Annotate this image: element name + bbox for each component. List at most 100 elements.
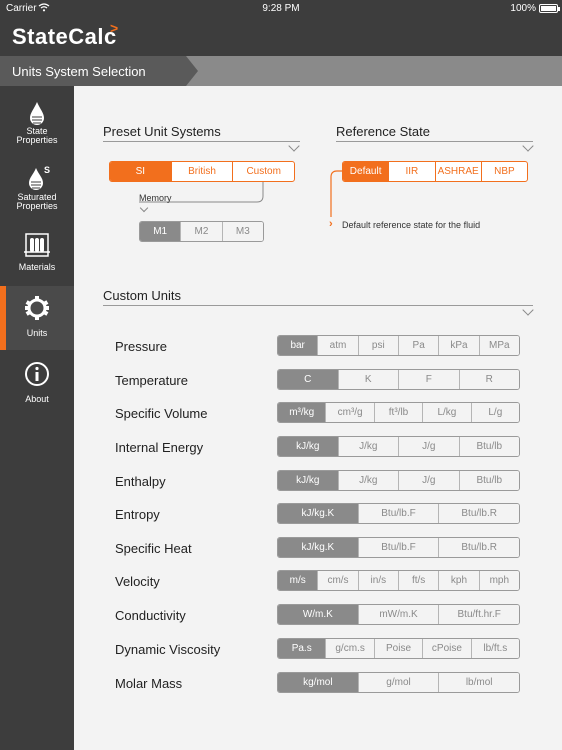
unit-option[interactable]: J/kg (337, 471, 398, 490)
unit-label-velocity: Velocity (115, 574, 160, 589)
memory-option-m3[interactable]: M3 (221, 222, 263, 241)
unit-option[interactable]: Btu/lb.R (438, 504, 519, 523)
enthalpy-unit-selector[interactable]: kJ/kg J/kg J/g Btu/lb (277, 470, 520, 491)
reference-option-ashrae[interactable]: ASHRAE (434, 162, 481, 181)
unit-option[interactable]: g/mol (357, 673, 439, 692)
preset-option-custom[interactable]: Custom (232, 162, 294, 181)
sidebar-item-materials[interactable]: Materials (0, 226, 74, 290)
unit-option[interactable]: Btu/lb.R (438, 538, 519, 557)
sidebar-item-saturated-properties[interactable]: S Saturated Properties (0, 162, 74, 226)
velocity-unit-selector[interactable]: m/s cm/s in/s ft/s kph mph (277, 570, 520, 591)
internal-energy-unit-selector[interactable]: kJ/kg J/kg J/g Btu/lb (277, 436, 520, 457)
unit-label-dynamic-viscosity: Dynamic Viscosity (115, 642, 221, 657)
clock: 9:28 PM (262, 3, 300, 14)
preset-option-british[interactable]: British (170, 162, 233, 181)
unit-option[interactable]: ft³/lb (373, 403, 423, 422)
dynamic-viscosity-unit-selector[interactable]: Pa.s g/cm.s Poise cPoise lb/ft.s (277, 638, 520, 659)
unit-option[interactable]: g/cm.s (325, 639, 374, 658)
unit-option[interactable]: bar (278, 336, 318, 355)
unit-option[interactable]: kJ/kg.K (278, 538, 358, 557)
reference-option-default[interactable]: Default (343, 162, 389, 181)
unit-option[interactable]: Pa (397, 336, 439, 355)
section-divider (103, 305, 533, 306)
unit-label-pressure: Pressure (115, 339, 168, 354)
unit-label-enthalpy: Enthalpy (115, 474, 166, 489)
chevron-down-icon[interactable] (288, 140, 300, 152)
sidebar-item-label: Properties (16, 201, 58, 211)
unit-option[interactable]: kg/mol (278, 673, 358, 692)
unit-option[interactable]: F (398, 370, 459, 389)
unit-option[interactable]: J/kg (337, 437, 398, 456)
unit-option[interactable]: kJ/kg (278, 471, 338, 490)
custom-section-title: Custom Units (103, 288, 182, 303)
chevron-down-icon[interactable] (522, 140, 534, 152)
unit-option[interactable]: cm/s (317, 571, 358, 590)
unit-option[interactable]: m³/kg (278, 403, 326, 422)
unit-option[interactable]: W/m.K (278, 605, 358, 624)
unit-option[interactable]: lb/ft.s (470, 639, 519, 658)
unit-label-entropy: Entropy (115, 507, 160, 522)
title-bar: Units System Selection (0, 56, 562, 86)
sidebar-item-label: Units (26, 328, 48, 338)
unit-option[interactable]: psi (357, 336, 398, 355)
unit-option[interactable]: ft/s (397, 571, 439, 590)
drop-icon (22, 100, 52, 128)
unit-option[interactable]: K (337, 370, 398, 389)
reference-option-iir[interactable]: IIR (388, 162, 434, 181)
chevron-down-icon[interactable] (522, 304, 534, 316)
sidebar-item-label: Properties (16, 135, 58, 145)
memory-option-m1[interactable]: M1 (140, 222, 181, 241)
unit-option[interactable]: lb/mol (438, 673, 519, 692)
unit-option[interactable]: Pa.s (278, 639, 326, 658)
unit-option[interactable]: mW/m.K (357, 605, 439, 624)
preset-option-si[interactable]: SI (110, 162, 171, 181)
unit-option[interactable]: Poise (373, 639, 423, 658)
reference-note: Default reference state for the fluid (342, 220, 481, 230)
unit-option[interactable]: mph (478, 571, 519, 590)
sidebar-item-about[interactable]: About (0, 352, 74, 416)
breadcrumb: Units System Selection (0, 56, 186, 86)
unit-option[interactable]: L/g (470, 403, 519, 422)
unit-label-specific-volume: Specific Volume (115, 406, 208, 421)
unit-option[interactable]: atm (317, 336, 358, 355)
reference-state-selector[interactable]: Default IIR ASHRAE NBP (342, 161, 528, 182)
sidebar-item-state-properties[interactable]: State Properties (0, 96, 74, 160)
unit-option[interactable]: R (458, 370, 519, 389)
molar-mass-unit-selector[interactable]: kg/mol g/mol lb/mol (277, 672, 520, 693)
unit-option[interactable]: MPa (478, 336, 519, 355)
unit-option[interactable]: J/g (398, 437, 459, 456)
memory-label: Memory (139, 193, 172, 203)
temperature-unit-selector[interactable]: C K F R (277, 369, 520, 390)
sidebar-item-label: Materials (18, 262, 56, 272)
memory-option-m2[interactable]: M2 (180, 222, 222, 241)
unit-option[interactable]: cPoise (422, 639, 471, 658)
specific-volume-unit-selector[interactable]: m³/kg cm³/g ft³/lb L/kg L/g (277, 402, 520, 423)
sidebar-item-label: About (25, 394, 49, 404)
unit-option[interactable]: in/s (357, 571, 398, 590)
unit-option[interactable]: m/s (278, 571, 318, 590)
unit-option[interactable]: cm³/g (325, 403, 374, 422)
unit-option[interactable]: Btu/ft.hr.F (438, 605, 519, 624)
unit-option[interactable]: kJ/kg.K (278, 504, 358, 523)
preset-unit-system-selector[interactable]: SI British Custom (109, 161, 295, 182)
unit-option[interactable]: Btu/lb.F (357, 538, 439, 557)
entropy-unit-selector[interactable]: kJ/kg.K Btu/lb.F Btu/lb.R (277, 503, 520, 524)
unit-option[interactable]: C (278, 370, 338, 389)
gear-icon (22, 294, 52, 322)
unit-option[interactable]: Btu/lb (458, 471, 519, 490)
unit-option[interactable]: kJ/kg (278, 437, 338, 456)
reference-option-nbp[interactable]: NBP (480, 162, 527, 181)
breadcrumb-arrow (186, 56, 198, 86)
conductivity-unit-selector[interactable]: W/m.K mW/m.K Btu/ft.hr.F (277, 604, 520, 625)
app-logo: StateCalc (12, 24, 117, 49)
pressure-unit-selector[interactable]: bar atm psi Pa kPa MPa (277, 335, 520, 356)
unit-option[interactable]: kph (438, 571, 479, 590)
unit-option[interactable]: Btu/lb.F (357, 504, 439, 523)
unit-option[interactable]: L/kg (422, 403, 471, 422)
unit-option[interactable]: Btu/lb (458, 437, 519, 456)
sidebar-item-units[interactable]: Units (0, 286, 74, 350)
specific-heat-unit-selector[interactable]: kJ/kg.K Btu/lb.F Btu/lb.R (277, 537, 520, 558)
unit-option[interactable]: kPa (438, 336, 479, 355)
unit-option[interactable]: J/g (398, 471, 459, 490)
memory-selector[interactable]: M1 M2 M3 (139, 221, 264, 242)
